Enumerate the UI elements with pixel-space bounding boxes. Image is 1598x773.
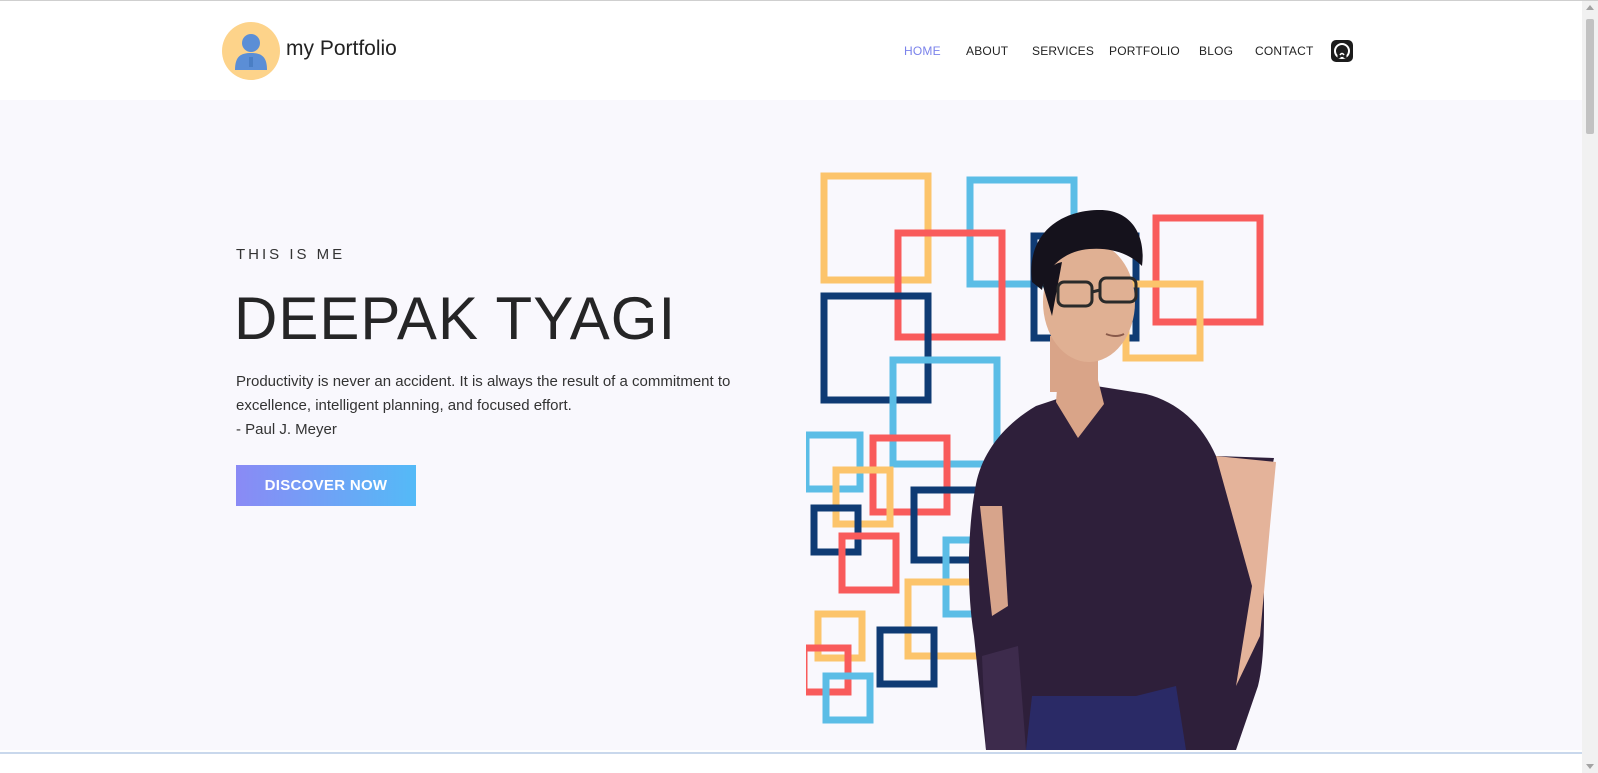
nav-home[interactable]: HOME <box>904 44 941 58</box>
quote-author: - Paul J. Meyer <box>236 421 337 438</box>
scroll-thumb[interactable] <box>1586 19 1594 134</box>
section-divider <box>0 752 1582 754</box>
nav-services[interactable]: SERVICES <box>1032 44 1094 58</box>
github-icon[interactable] <box>1331 40 1353 62</box>
hero-name: DEEPAK TYAGI <box>234 285 677 352</box>
quote-line: excellence, intelligent planning, and fo… <box>236 397 572 414</box>
hero-eyebrow: THIS IS ME <box>236 246 346 263</box>
nav-portfolio[interactable]: PORTFOLIO <box>1109 44 1180 58</box>
nav-contact[interactable]: CONTACT <box>1255 44 1314 58</box>
scroll-down-arrow-icon[interactable] <box>1586 764 1594 769</box>
discover-now-button[interactable]: DISCOVER NOW <box>236 465 416 506</box>
scroll-up-arrow-icon[interactable] <box>1586 5 1594 10</box>
person-figure <box>968 210 1276 750</box>
nav-about[interactable]: ABOUT <box>966 44 1008 58</box>
hero-illustration <box>806 172 1276 750</box>
page-scrollbar[interactable] <box>1582 1 1598 773</box>
quote-line: Productivity is never an accident. It is… <box>236 373 731 390</box>
site-header: my Portfolio HOME ABOUT SERVICES PORTFOL… <box>0 1 1582 100</box>
hero-quote: Productivity is never an accident. It is… <box>236 370 776 442</box>
hero-section: THIS IS ME DEEPAK TYAGI Productivity is … <box>0 100 1582 750</box>
nav-blog[interactable]: BLOG <box>1199 44 1233 58</box>
